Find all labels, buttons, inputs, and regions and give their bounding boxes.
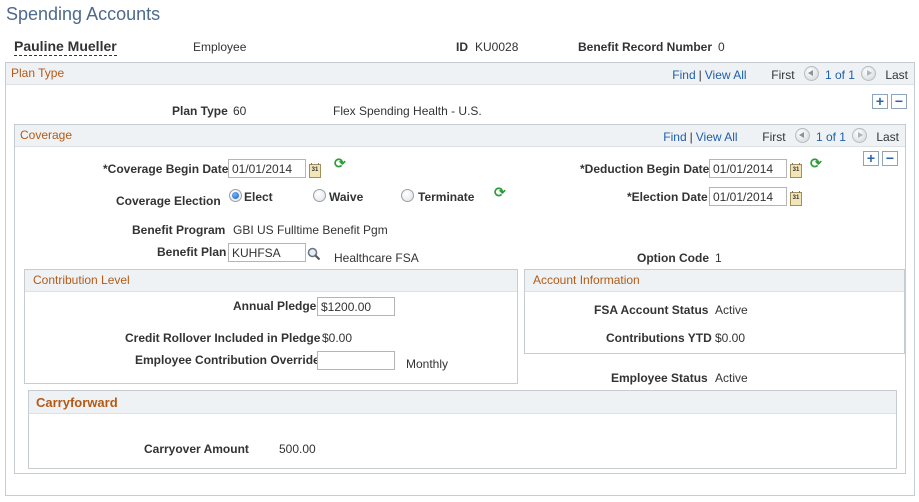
- benefit-record-label: Benefit Record Number: [578, 40, 713, 54]
- coverage-nav: Find | View All First 1 of 1 Last: [663, 128, 899, 144]
- benefit-record-value: 0: [718, 40, 725, 54]
- waive-radio[interactable]: [313, 189, 326, 202]
- add-row-button[interactable]: +: [872, 94, 888, 109]
- carryforward-section: Carryforward: [28, 390, 897, 469]
- employee-status-label: Employee Status: [611, 371, 708, 385]
- terminate-radio-label[interactable]: Terminate: [418, 190, 474, 204]
- credit-rollover-value: $0.00: [322, 331, 353, 345]
- benefit-program-value: GBI US Fulltime Benefit Pgm: [233, 223, 388, 237]
- next-icon[interactable]: [860, 66, 876, 81]
- coverage-begin-date-label: *Coverage Begin Date: [103, 162, 229, 176]
- annual-pledge-input[interactable]: [317, 297, 395, 316]
- coverage-title: Coverage: [20, 128, 73, 142]
- option-code-label: Option Code: [637, 251, 709, 265]
- annual-pledge-label: Annual Pledge: [233, 299, 317, 313]
- calendar-icon[interactable]: 31: [790, 191, 802, 206]
- employee-status-value: Active: [715, 371, 748, 385]
- calendar-icon[interactable]: 31: [790, 163, 802, 178]
- account-information-header: Account Information: [525, 270, 904, 292]
- plan-type-nav: Find | View All First 1 of 1 Last: [672, 66, 908, 82]
- nav-separator: |: [698, 68, 702, 82]
- account-information-title: Account Information: [533, 273, 640, 287]
- find-link[interactable]: Find: [672, 68, 695, 82]
- elect-radio-label[interactable]: Elect: [244, 190, 273, 204]
- plan-type-value: 60: [233, 104, 247, 118]
- lookup-icon[interactable]: [307, 247, 321, 261]
- deduction-begin-date-input[interactable]: [709, 159, 787, 178]
- waive-radio-label[interactable]: Waive: [329, 190, 363, 204]
- refresh-icon[interactable]: ⟳: [494, 185, 508, 199]
- deduction-begin-date-label: *Deduction Begin Date: [580, 162, 710, 176]
- employee-name[interactable]: Pauline Mueller: [14, 38, 117, 56]
- benefit-plan-label: Benefit Plan: [157, 245, 227, 259]
- refresh-icon[interactable]: ⟳: [334, 156, 348, 170]
- coverage-header: Coverage Find | View All First 1 of 1 Last: [15, 125, 905, 147]
- find-link[interactable]: Find: [663, 130, 686, 144]
- nav-separator: |: [689, 130, 693, 144]
- plan-type-label: Plan Type: [172, 104, 228, 118]
- calendar-icon[interactable]: 31: [309, 163, 321, 178]
- next-icon[interactable]: [851, 128, 867, 143]
- employee-contribution-override-label: Employee Contribution Override: [135, 353, 320, 367]
- benefit-plan-description: Healthcare FSA: [334, 251, 419, 265]
- benefit-plan-input[interactable]: [228, 243, 306, 262]
- elect-radio[interactable]: [229, 189, 242, 202]
- coverage-election-label: Coverage Election: [116, 194, 221, 208]
- contributions-ytd-label: Contributions YTD: [606, 331, 712, 345]
- carryforward-header: Carryforward: [29, 391, 896, 414]
- terminate-radio[interactable]: [401, 189, 414, 202]
- fsa-account-status-label: FSA Account Status: [594, 303, 709, 317]
- plan-type-title: Plan Type: [11, 66, 65, 80]
- plan-type-description: Flex Spending Health - U.S.: [333, 104, 482, 118]
- fsa-account-status-value: Active: [715, 303, 748, 317]
- employee-type: Employee: [193, 40, 247, 54]
- first-label: First: [762, 130, 786, 144]
- carryforward-title: Carryforward: [36, 395, 118, 410]
- contribution-level-title: Contribution Level: [33, 273, 130, 287]
- option-code-value: 1: [715, 251, 722, 265]
- override-frequency: Monthly: [406, 357, 449, 371]
- page-title: Spending Accounts: [6, 4, 161, 24]
- contribution-level-header: Contribution Level: [25, 270, 517, 292]
- view-all-link[interactable]: View All: [696, 130, 738, 144]
- last-label: Last: [876, 130, 899, 144]
- election-date-label: *Election Date: [627, 190, 708, 204]
- benefit-program-label: Benefit Program: [132, 223, 226, 237]
- add-row-button[interactable]: +: [863, 151, 879, 166]
- contributions-ytd-value: $0.00: [715, 331, 746, 345]
- previous-icon[interactable]: [794, 128, 810, 143]
- delete-row-button[interactable]: −: [882, 151, 898, 166]
- delete-row-button[interactable]: −: [891, 94, 907, 109]
- credit-rollover-label: Credit Rollover Included in Pledge: [125, 331, 321, 345]
- row-range: 1 of 1: [815, 130, 846, 144]
- refresh-icon[interactable]: ⟳: [810, 156, 824, 170]
- employee-id-value: KU0028: [475, 40, 519, 54]
- plan-type-header: Plan Type Find | View All First 1 of 1 Las…: [6, 63, 914, 85]
- election-date-input[interactable]: [709, 187, 787, 206]
- previous-icon[interactable]: [803, 66, 819, 81]
- employee-id-label: ID: [456, 40, 468, 54]
- coverage-begin-date-input[interactable]: [228, 159, 306, 178]
- carryover-amount-value: 500.00: [279, 442, 316, 456]
- row-range: 1 of 1: [824, 68, 855, 82]
- carryover-amount-label: Carryover Amount: [144, 442, 249, 456]
- view-all-link[interactable]: View All: [705, 68, 747, 82]
- last-label: Last: [885, 68, 908, 82]
- employee-contribution-override-input[interactable]: [317, 351, 395, 370]
- first-label: First: [771, 68, 795, 82]
